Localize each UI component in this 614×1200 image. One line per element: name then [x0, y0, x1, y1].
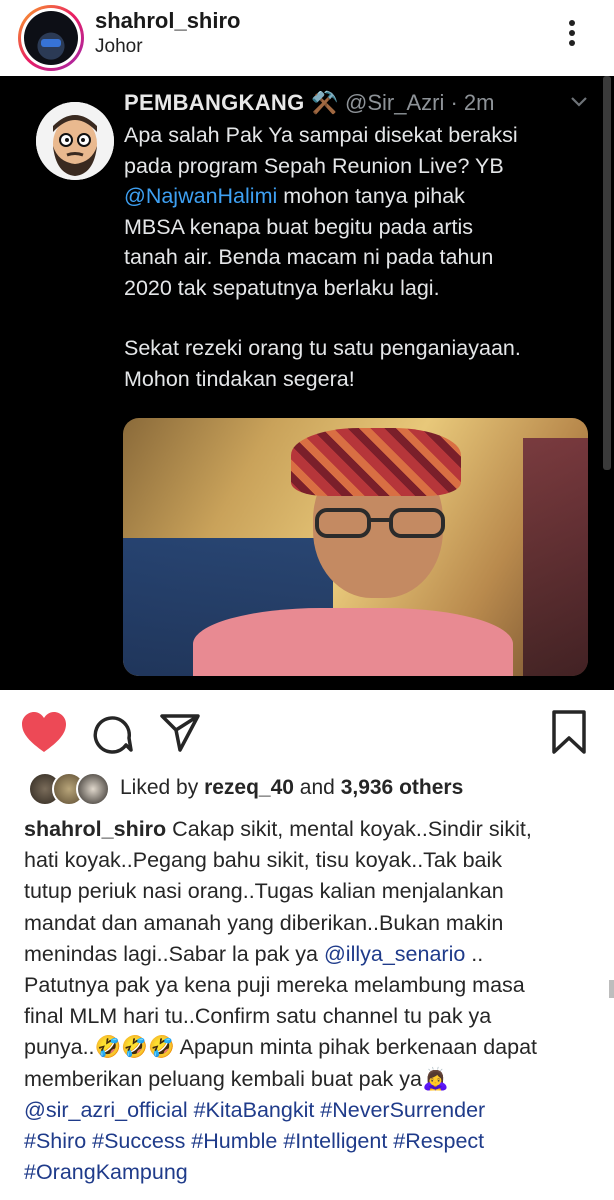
liker-username: rezeq_40: [204, 776, 294, 799]
glasses-shape: [315, 508, 445, 538]
post-username[interactable]: shahrol_shiro: [95, 8, 240, 34]
tweet-line: Mohon tindakan segera!: [124, 366, 355, 391]
post-caption: shahrol_shiro Cakap sikit, mental koyak.…: [24, 814, 598, 1188]
cartoon-face-icon: [36, 102, 114, 180]
page-scroll-indicator: [609, 980, 614, 998]
hammer-pick-icon: ⚒️: [310, 90, 339, 115]
tweet-display-name: PEMBANGKANG ⚒️: [124, 90, 339, 115]
caption-username[interactable]: shahrol_shiro: [24, 817, 166, 841]
profile-avatar[interactable]: [18, 5, 84, 71]
heart-icon[interactable]: [20, 710, 68, 754]
tweet-avatar: [36, 102, 114, 180]
avatar-ring: [21, 8, 81, 68]
tweet-line: 2020 tak sepatutnya berlaku lagi.: [124, 275, 440, 300]
tweet-line: pada program Sepah Reunion Live? YB: [124, 153, 504, 178]
post-header: shahrol_shiro Johor: [0, 0, 614, 76]
tweet-line: tanah air. Benda macam ni pada tahun: [124, 245, 494, 269]
share-icon[interactable]: [158, 710, 202, 754]
tweet-line: Apa salah Pak Ya sampai disekat beraksi: [124, 123, 518, 147]
tweet-line: @NajwanHalimi mohon tanya pihak: [124, 184, 465, 208]
likes-count: 3,936 others: [340, 776, 464, 799]
tweet-line: MBSA kenapa buat begitu pada artis: [124, 214, 474, 239]
likes-text[interactable]: Liked by rezeq_40 and 3,936 others: [120, 776, 463, 800]
comment-icon[interactable]: [92, 712, 134, 754]
likes-row[interactable]: Liked by rezeq_40 and 3,936 others: [0, 772, 614, 806]
liker-avatar: [76, 772, 110, 806]
post-action-bar: [0, 700, 614, 762]
avatar-image: [24, 11, 78, 65]
post-image-tweet[interactable]: PEMBANGKANG ⚒️ @Sir_Azri · 2m Apa salah …: [0, 76, 614, 690]
post-location[interactable]: Johor: [95, 36, 143, 58]
tweet-photo: [123, 418, 588, 676]
chevron-down-icon: [571, 97, 587, 107]
tweet-handle-time: @Sir_Azri · 2m: [345, 90, 495, 115]
tweet-text: Apa salah Pak Ya sampai disekat beraksi …: [124, 120, 594, 394]
caption-mention[interactable]: @illya_senario: [324, 942, 465, 966]
bookmark-icon[interactable]: [548, 708, 590, 756]
tweet-line: Sekat rezeki orang tu satu penganiayaan.: [124, 336, 521, 360]
more-icon[interactable]: [562, 16, 582, 52]
caption-mention[interactable]: @sir_azri_official: [24, 1098, 188, 1122]
tweet-mention: @NajwanHalimi: [124, 184, 278, 208]
tweet-scrollbar: [603, 76, 611, 470]
